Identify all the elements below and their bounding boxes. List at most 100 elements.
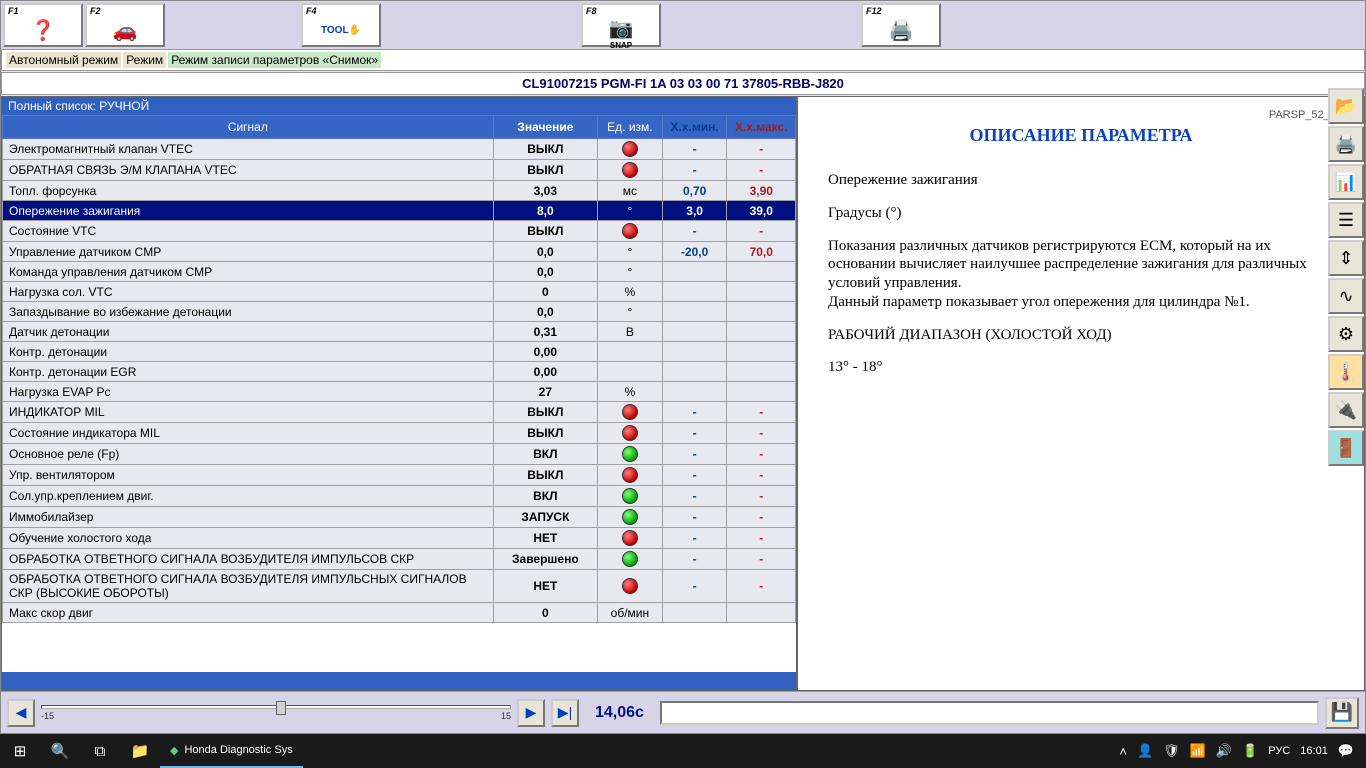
tray-lang[interactable]: РУС (1268, 745, 1290, 757)
explorer-button[interactable]: 📁 (120, 734, 160, 768)
table-row[interactable]: ИммобилайзерЗАПУСК-- (3, 507, 796, 528)
start-button[interactable]: ⊞ (0, 734, 40, 768)
table-row[interactable]: Состояние индикатора MILВЫКЛ-- (3, 423, 796, 444)
f12-button[interactable]: F12 🖨️ (861, 3, 941, 47)
thermometer-button[interactable]: 🌡️ (1328, 354, 1364, 390)
mode-mode[interactable]: Режим (123, 52, 166, 68)
cell-unit (598, 549, 663, 570)
tray-battery-icon[interactable]: 🔋 (1242, 743, 1258, 759)
connection-button[interactable]: 🔌 (1328, 392, 1364, 428)
f4-button[interactable]: F4 TOOL✋ (301, 3, 381, 47)
table-row[interactable]: Контр. детонации EGR0,00 (3, 362, 796, 382)
mode-autonomous[interactable]: Автономный режим (6, 52, 121, 68)
cell-min (662, 342, 727, 362)
col-unit[interactable]: Ед. изм. (598, 116, 663, 139)
f8-button[interactable]: F8 📷SNAP (581, 3, 661, 47)
table-row[interactable]: Основное реле (Fp)ВКЛ-- (3, 444, 796, 465)
f2-button[interactable]: F2 🚗 (85, 3, 165, 47)
cell-max: - (727, 549, 796, 570)
cell-unit: ° (598, 262, 663, 282)
ecu-header: CL91007215 PGM-FI 1A 03 03 00 71 37805-R… (1, 72, 1365, 95)
table-row[interactable]: ОБРАТНАЯ СВЯЗЬ Э/М КЛАПАНА VTECВЫКЛ-- (3, 160, 796, 181)
play-button[interactable]: ▶ (517, 699, 545, 727)
f12-label: F12 (866, 6, 936, 16)
taskbar-app[interactable]: ◆ Honda Diagnostic Sys (160, 734, 303, 768)
tray-volume-icon[interactable]: 🔊 (1216, 743, 1232, 759)
print-button[interactable]: 🖨️ (1328, 126, 1364, 162)
cell-min: - (662, 221, 727, 242)
table-row[interactable]: Упр. вентиляторомВЫКЛ-- (3, 465, 796, 486)
cell-signal: Нагрузка EVAP Pc (3, 382, 494, 402)
list-button[interactable]: ☰ (1328, 202, 1364, 238)
graph-button[interactable]: 📊 (1328, 164, 1364, 200)
table-row[interactable]: Управление датчиком CMP0,0°-20,070,0 (3, 242, 796, 262)
cell-min (662, 362, 727, 382)
table-row[interactable]: Команда управления датчиком CMP0,0° (3, 262, 796, 282)
cell-signal: Состояние VTC (3, 221, 494, 242)
save-button[interactable]: 💾 (1325, 697, 1359, 729)
windows-taskbar: ⊞ 🔍 ⧉ 📁 ◆ Honda Diagnostic Sys ˄ 👤 🛡 📶 🔊… (0, 734, 1366, 768)
tray-notifications-icon[interactable]: 💬 (1338, 743, 1354, 759)
table-row[interactable]: Состояние VTCВЫКЛ-- (3, 221, 796, 242)
description-panel: PARSP_52_01 ОПИСАНИЕ ПАРАМЕТРА Опережени… (797, 96, 1365, 691)
cell-max: - (727, 465, 796, 486)
tray-wifi-icon[interactable]: 📶 (1190, 743, 1206, 759)
slider-thumb[interactable] (276, 701, 286, 715)
col-min[interactable]: Х.х.мин. (662, 116, 727, 139)
cell-unit (598, 444, 663, 465)
table-row[interactable]: Сол.упр.креплением двиг.ВКЛ-- (3, 486, 796, 507)
table-row[interactable]: Датчик детонации0,31В (3, 322, 796, 342)
table-row[interactable]: Макс скор двиг0об/мин (3, 603, 796, 623)
cell-unit (598, 486, 663, 507)
exit-button[interactable]: 🚪 (1328, 430, 1364, 466)
cell-value: 0,00 (493, 362, 597, 382)
cell-signal: Контр. детонации EGR (3, 362, 494, 382)
status-led-icon (622, 141, 638, 157)
cell-min (662, 302, 727, 322)
settings-button[interactable]: ⚙ (1328, 316, 1364, 352)
tray-security-icon[interactable]: 🛡 (1163, 743, 1180, 759)
mode-snapshot[interactable]: Режим записи параметров «Снимок» (168, 52, 381, 68)
rewind-button[interactable]: ◀ (7, 699, 35, 727)
list-filter-header: Полный список: РУЧНОЙ (2, 97, 796, 115)
expand-button[interactable]: ⇕ (1328, 240, 1364, 276)
status-led-icon (622, 578, 638, 594)
table-row[interactable]: Нагрузка EVAP Pc27% (3, 382, 796, 402)
col-signal[interactable]: Сигнал (3, 116, 494, 139)
col-value[interactable]: Значение (493, 116, 597, 139)
table-row[interactable]: Топл. форсунка3,03мс0,703,90 (3, 181, 796, 201)
cell-value: 0,0 (493, 242, 597, 262)
cell-max: 3,90 (727, 181, 796, 201)
table-row[interactable]: Опережение зажигания8,0°3,039,0 (3, 201, 796, 221)
table-row[interactable]: Запаздывание во избежание детонации0,0° (3, 302, 796, 322)
fkey-toolbar: F1 ❓ F2 🚗 F4 TOOL✋ F8 📷SNAP F12 🖨️ (1, 1, 1365, 49)
playback-input[interactable] (660, 701, 1319, 725)
table-row[interactable]: Электромагнитный клапан VTECВЫКЛ-- (3, 139, 796, 160)
table-scroll-strip[interactable] (2, 672, 796, 690)
tray-people-icon[interactable]: 👤 (1137, 743, 1153, 759)
f1-button[interactable]: F1 ❓ (3, 3, 83, 47)
cell-signal: Макс скор двиг (3, 603, 494, 623)
search-button[interactable]: 🔍 (40, 734, 80, 768)
open-folder-button[interactable]: 📂 (1328, 88, 1364, 124)
f4-label: F4 (306, 6, 376, 16)
cell-unit: В (598, 322, 663, 342)
col-max[interactable]: Х.х.макс. (727, 116, 796, 139)
slider-max: 15 (501, 711, 511, 721)
playback-slider[interactable] (41, 705, 511, 709)
table-row[interactable]: Контр. детонации0,00 (3, 342, 796, 362)
tray-chevron-icon[interactable]: ˄ (1119, 744, 1127, 759)
cell-min (662, 322, 727, 342)
table-row[interactable]: ОБРАБОТКА ОТВЕТНОГО СИГНАЛА ВОЗБУДИТЕЛЯ … (3, 549, 796, 570)
task-view-button[interactable]: ⧉ (80, 734, 120, 768)
table-row[interactable]: Обучение холостого ходаНЕТ-- (3, 528, 796, 549)
table-row[interactable]: ОБРАБОТКА ОТВЕТНОГО СИГНАЛА ВОЗБУДИТЕЛЯ … (3, 570, 796, 603)
waveform-button[interactable]: ∿ (1328, 278, 1364, 314)
skip-end-button[interactable]: ▶| (551, 699, 579, 727)
parameter-table[interactable]: Сигнал Значение Ед. изм. Х.х.мин. Х.х.ма… (2, 115, 796, 672)
table-row[interactable]: Нагрузка сол. VTC0% (3, 282, 796, 302)
table-row[interactable]: ИНДИКАТОР MILВЫКЛ-- (3, 402, 796, 423)
cell-unit (598, 570, 663, 603)
f2-label: F2 (90, 6, 160, 16)
tray-clock[interactable]: 16:01 (1300, 745, 1328, 757)
